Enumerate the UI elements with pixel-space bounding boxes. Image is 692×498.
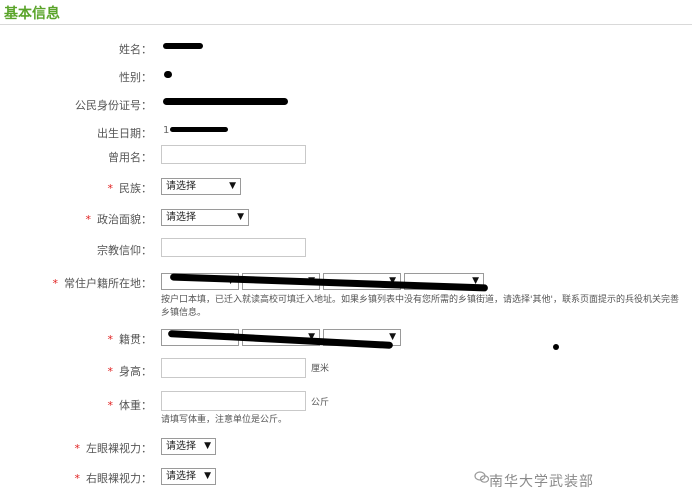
height-input[interactable] — [161, 358, 306, 378]
political-status-select[interactable]: 请选择 ▼ — [161, 209, 249, 226]
chevron-down-icon: ▼ — [204, 441, 211, 451]
political-status-row: * 政治面貌： 请选择 ▼ — [0, 209, 692, 231]
name-label: 姓名： — [119, 43, 152, 56]
left-eye-select[interactable]: 请选择 ▼ — [161, 438, 216, 455]
religion-input[interactable] — [161, 238, 306, 257]
gender-label: 性别： — [119, 71, 152, 84]
political-status-selected: 请选择 — [166, 212, 196, 223]
left-eye-label: * 左眼裸视力： — [75, 440, 153, 456]
watermark-text: 南华大学武装部 — [489, 474, 594, 490]
left-eye-label-text: 左眼裸视力： — [86, 442, 152, 455]
former-name-input[interactable] — [161, 145, 306, 164]
right-eye-label: * 右眼裸视力： — [75, 470, 153, 486]
chevron-down-icon: ▼ — [237, 212, 244, 222]
name-redaction — [163, 43, 203, 49]
residence-hint: 按户口本填，已迁入就读高校可填迁入地址。如果乡镇列表中没有您所需的乡镇街道，请选… — [161, 295, 679, 318]
section-title: 基本信息 — [4, 6, 60, 22]
left-eye-selected: 请选择 — [166, 441, 196, 452]
birth-date-row: 出生日期： 1 — [0, 122, 692, 144]
native-place-label-text: 籍贯： — [119, 333, 152, 346]
weight-unit: 公斤 — [311, 398, 330, 408]
left-eye-row: * 左眼裸视力： 请选择 ▼ — [0, 438, 692, 460]
weight-label-text: 体重： — [119, 399, 152, 412]
ethnicity-selected: 请选择 — [166, 181, 196, 192]
weight-hint: 请填写体重，注意单位是公斤。 — [161, 415, 288, 425]
required-marker: * — [74, 442, 81, 455]
required-marker: * — [74, 472, 81, 485]
right-eye-select[interactable]: 请选择 ▼ — [161, 468, 216, 485]
right-eye-label-text: 右眼裸视力： — [86, 472, 152, 485]
former-name-row: 曾用名： — [0, 145, 692, 167]
political-status-label-text: 政治面貌： — [97, 213, 152, 226]
religion-label: 宗教信仰： — [97, 244, 152, 257]
birth-date-value: 1 — [163, 125, 170, 136]
ethnicity-row: * 民族： 请选择 ▼ — [0, 178, 692, 200]
required-marker: * — [107, 365, 114, 378]
former-name-label: 曾用名： — [108, 151, 152, 164]
height-row: * 身高： 厘米 — [0, 358, 692, 380]
right-eye-selected: 请选择 — [166, 471, 196, 482]
ethnicity-label: * 民族： — [108, 180, 153, 196]
required-marker: * — [107, 182, 114, 195]
native-place-label: * 籍贯： — [108, 331, 153, 347]
weight-label: * 体重： — [108, 397, 153, 413]
birth-date-label: 出生日期： — [97, 127, 152, 140]
required-marker: * — [107, 333, 114, 346]
birth-date-redaction — [170, 127, 228, 132]
stray-dot — [553, 344, 559, 350]
native-place-row: *籍贯： ▼ ▼ ▼ — [0, 329, 692, 351]
weight-row: * 体重： 公斤 — [0, 391, 692, 413]
registered-residence-label: * 常住户籍所在地： — [53, 275, 153, 291]
gender-redaction — [164, 71, 172, 78]
registered-residence-row: *常住户籍所在地： ▼ ▼ ▼ ▼ — [0, 273, 692, 295]
chevron-down-icon: ▼ — [204, 471, 211, 481]
wechat-icon — [474, 471, 490, 483]
required-marker: * — [52, 277, 59, 290]
required-marker: * — [85, 213, 92, 226]
gender-row: 性别： — [0, 66, 692, 88]
name-row: 姓名： — [0, 38, 692, 60]
ethnicity-label-text: 民族： — [119, 182, 152, 195]
height-label-text: 身高： — [119, 365, 152, 378]
id-number-redaction — [163, 98, 288, 105]
height-label: * 身高： — [108, 363, 153, 379]
id-number-row: 公民身份证号： — [0, 94, 692, 116]
section-divider — [0, 24, 692, 25]
id-number-label: 公民身份证号： — [75, 99, 152, 112]
required-marker: * — [107, 399, 114, 412]
political-status-label: * 政治面貌： — [86, 211, 153, 227]
weight-input[interactable] — [161, 391, 306, 411]
ethnicity-select[interactable]: 请选择 ▼ — [161, 178, 241, 195]
height-unit: 厘米 — [311, 364, 330, 374]
chevron-down-icon: ▼ — [229, 181, 236, 191]
religion-row: 宗教信仰： — [0, 238, 692, 260]
registered-residence-label-text: 常住户籍所在地： — [64, 277, 152, 290]
